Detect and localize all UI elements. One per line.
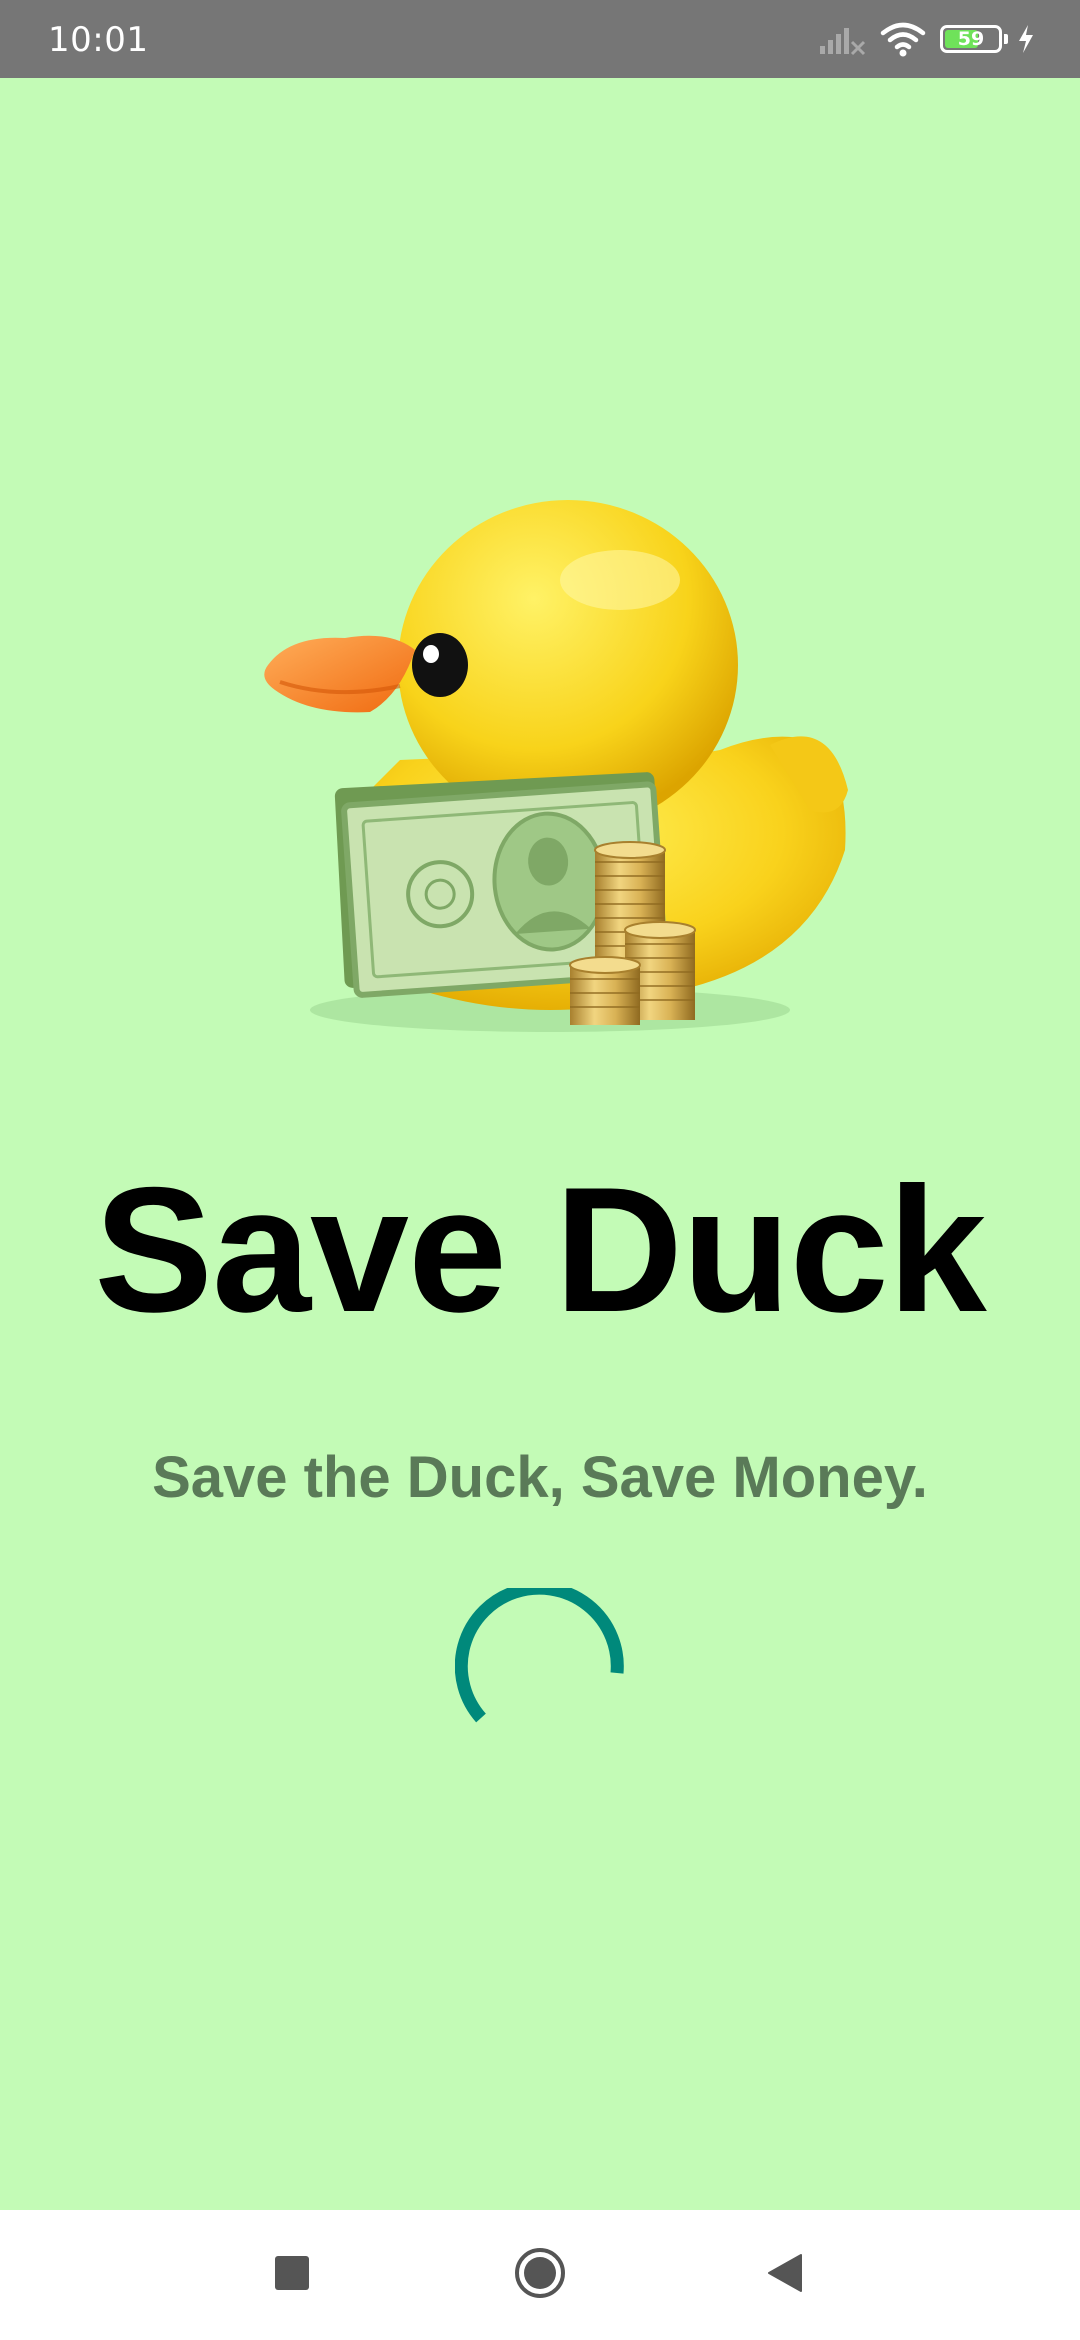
status-time: 10:01 <box>48 20 149 60</box>
navigation-bar <box>0 2210 1080 2340</box>
loading-spinner <box>454 1581 625 1758</box>
signal-icon <box>818 22 866 56</box>
battery-icon: 59 <box>940 25 1008 53</box>
battery-percent: 59 <box>957 28 985 50</box>
app-title: Save Duck <box>94 1150 986 1349</box>
status-icons: 59 <box>818 0 1036 78</box>
duck-money-illustration <box>250 490 850 1070</box>
tagline: Save the Duck, Save Money. <box>152 1445 928 1510</box>
home-circle-icon <box>513 2246 567 2305</box>
battery-nub <box>1004 34 1008 44</box>
home-button[interactable] <box>475 2210 605 2340</box>
recents-button[interactable] <box>227 2210 357 2340</box>
back-button[interactable] <box>720 2210 850 2340</box>
back-triangle-icon <box>767 2253 803 2298</box>
charging-icon <box>1016 24 1036 54</box>
square-icon <box>274 2255 310 2296</box>
status-bar: 10:01 59 <box>0 0 1080 78</box>
wifi-icon <box>880 21 926 57</box>
